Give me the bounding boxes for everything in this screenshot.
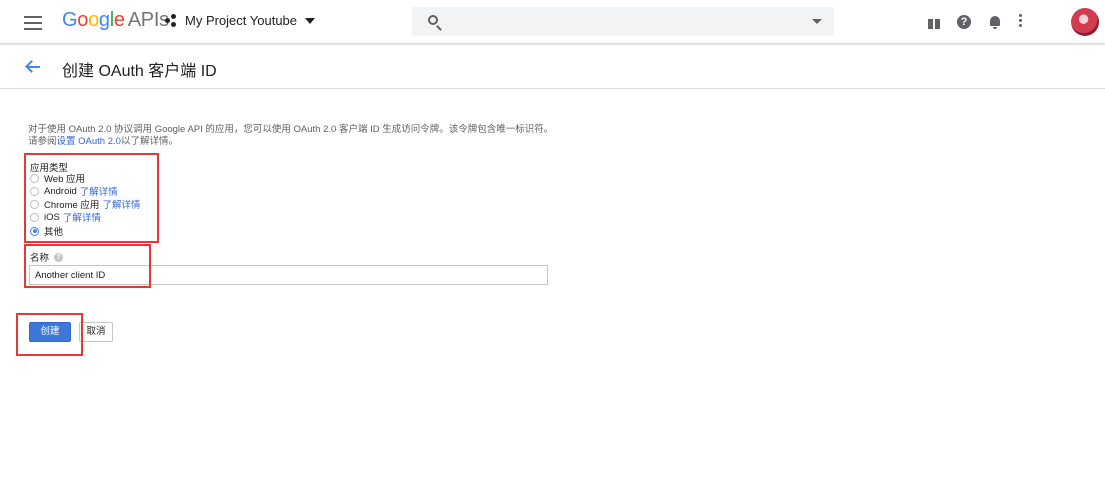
ios-learn-more-link[interactable]: 了解详情 [63, 210, 101, 224]
more-vert-icon[interactable] [1019, 14, 1023, 30]
radio-button[interactable] [30, 199, 39, 209]
help-circle-icon[interactable]: ? [54, 252, 64, 262]
radio-chrome-app[interactable]: Chrome 应用 了解详情 [30, 197, 140, 211]
radio-button[interactable] [30, 212, 39, 222]
form-description: 对于使用 OAuth 2.0 协议调用 Google API 的应用，您可以使用… [28, 124, 554, 147]
name-label: 名称 ? [30, 250, 64, 264]
project-dots-icon [165, 13, 181, 28]
page-header: 创建 OAuth 客户端 ID [0, 45, 1105, 89]
notifications-bell-icon[interactable] [987, 14, 1003, 30]
avatar[interactable] [1071, 8, 1099, 36]
logo-apis-text: APIs [127, 9, 169, 31]
search-input[interactable] [452, 11, 792, 32]
android-learn-more-link[interactable]: 了解详情 [80, 184, 118, 198]
project-selector[interactable]: My Project Youtube [165, 13, 316, 28]
page-title: 创建 OAuth 客户端 ID [62, 63, 217, 80]
radio-button[interactable] [30, 186, 39, 196]
radio-other[interactable]: 其他 [30, 224, 63, 238]
radio-android[interactable]: Android 了解详情 [30, 184, 118, 198]
setup-oauth-link[interactable]: 设置 OAuth 2.0 [57, 136, 121, 147]
caret-down-icon [305, 17, 316, 24]
radio-ios[interactable]: iOS 了解详情 [30, 210, 101, 224]
radio-button-checked[interactable] [30, 226, 39, 236]
chrome-learn-more-link[interactable]: 了解详情 [102, 197, 140, 211]
search-dropdown-icon[interactable] [812, 19, 822, 24]
hamburger-menu-icon[interactable] [24, 12, 42, 32]
project-name: My Project Youtube [185, 13, 298, 28]
radio-web-app[interactable]: Web 应用 [30, 171, 85, 185]
name-input[interactable] [29, 265, 548, 285]
search-icon [428, 15, 438, 25]
google-apis-logo[interactable]: Google APIs [62, 9, 169, 32]
top-app-bar: Google APIs My Project Youtube ? [0, 0, 1105, 44]
back-arrow-icon[interactable] [24, 58, 42, 76]
search-bar[interactable] [412, 7, 834, 36]
create-button[interactable]: 创建 [29, 322, 71, 342]
cancel-button[interactable]: 取消 [79, 322, 113, 342]
gift-icon[interactable] [926, 14, 942, 30]
help-icon[interactable]: ? [957, 15, 971, 29]
radio-button[interactable] [30, 173, 39, 183]
